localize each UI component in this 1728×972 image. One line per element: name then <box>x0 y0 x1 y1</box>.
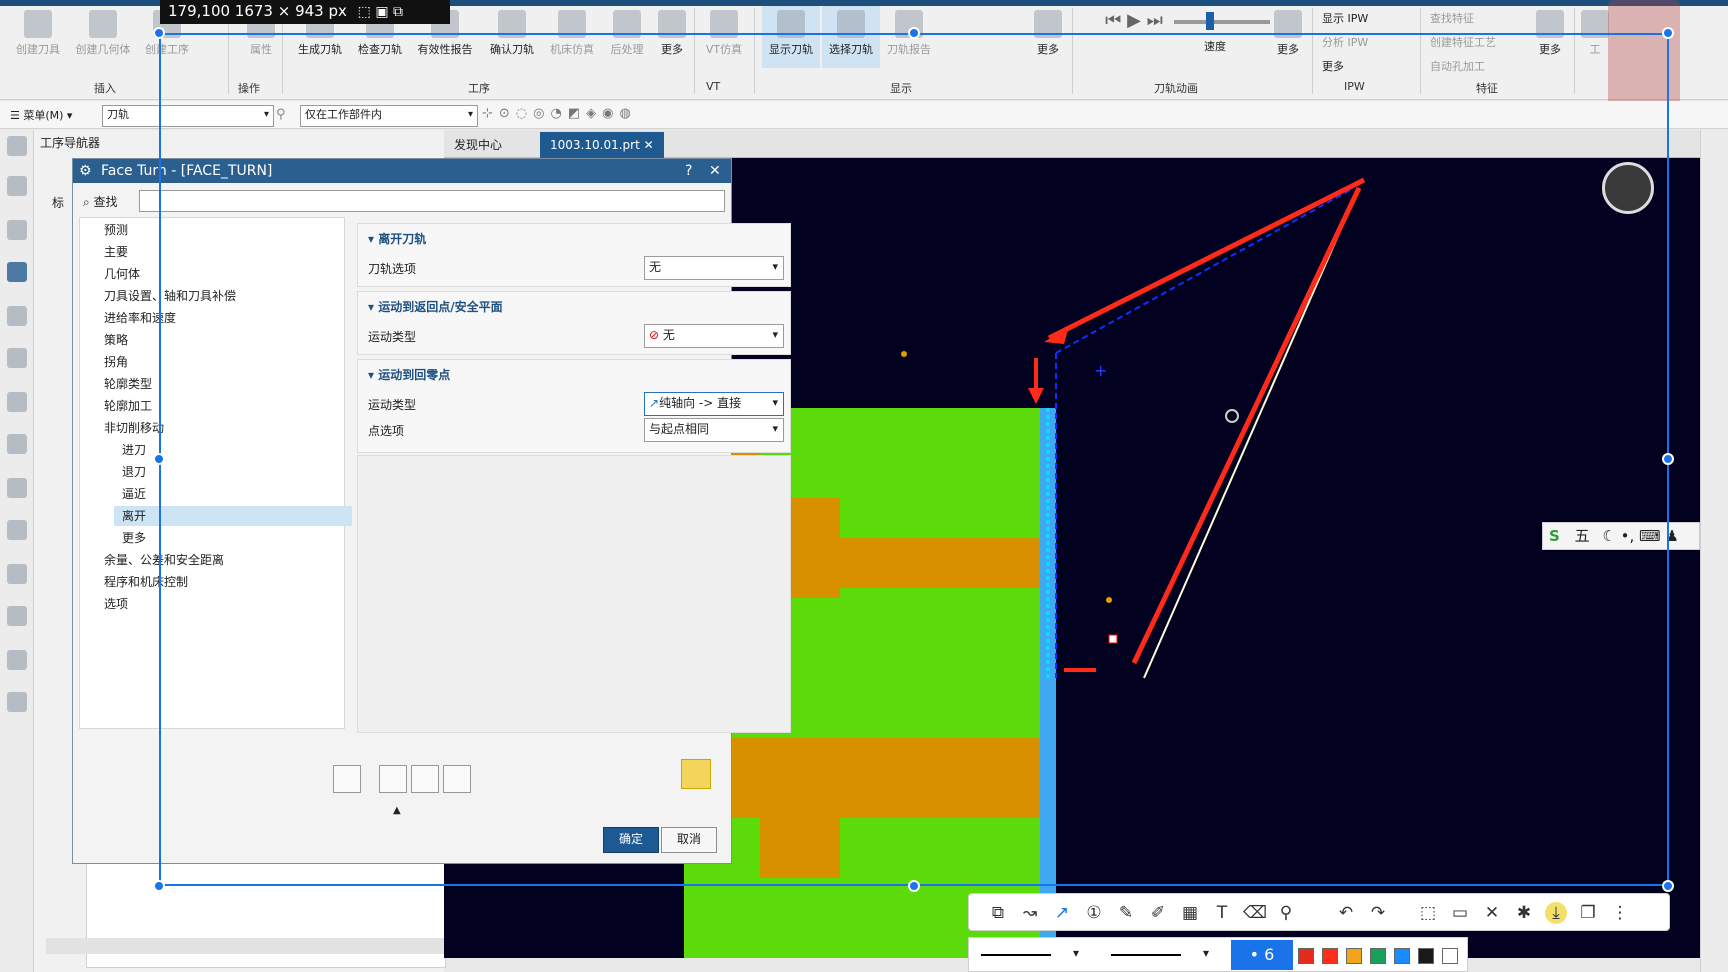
polyline-icon[interactable]: ↝ <box>1019 902 1041 924</box>
number-icon[interactable]: ① <box>1083 902 1105 924</box>
capture-coord-readout: 179,100 1673 × 943 px ⬚ ▣ ⧉ <box>160 0 450 24</box>
playback-icon: ⏮ ▶ ⏭ <box>1105 10 1163 31</box>
close-icon[interactable]: ✕ <box>1481 902 1503 924</box>
library-icon[interactable] <box>7 348 27 368</box>
resource-bar <box>0 130 34 972</box>
find-label: ⌕ 查找 <box>83 195 118 209</box>
color-swatch[interactable] <box>1322 948 1338 964</box>
color-swatch[interactable] <box>1418 948 1434 964</box>
right-toolbar <box>1700 130 1728 972</box>
clock-icon[interactable] <box>7 564 27 584</box>
capture-mode-icon[interactable]: ⬚ ▣ ⧉ <box>358 4 403 20</box>
save-icon[interactable]: ⤓ <box>1545 902 1567 924</box>
create-geometry-button[interactable]: 创建几何体 <box>70 6 136 68</box>
mosaic-icon[interactable]: ▦ <box>1179 902 1201 924</box>
chevron-down-icon[interactable]: ▾ <box>1073 946 1079 960</box>
speed-slider-thumb[interactable] <box>1206 12 1214 30</box>
record-icon[interactable]: ▭ <box>1449 902 1471 924</box>
tree-item[interactable]: 进刀 <box>122 440 146 460</box>
find-feature-button[interactable]: 查找特征 <box>1430 10 1474 26</box>
tree-item[interactable]: 几何体 <box>104 264 140 284</box>
resize-handle[interactable] <box>1662 880 1674 892</box>
capture-selection-rect[interactable] <box>159 33 1669 886</box>
tree-item[interactable]: 拐角 <box>104 352 128 372</box>
tree-item[interactable]: 选项 <box>104 594 128 614</box>
operation-navigator-icon[interactable] <box>7 262 27 282</box>
tree-item[interactable]: 轮廓加工 <box>104 396 152 416</box>
history-icon[interactable] <box>7 478 27 498</box>
resize-handle[interactable] <box>908 27 920 39</box>
tree-item[interactable]: 策略 <box>104 330 128 350</box>
arrow-icon[interactable]: ↗ <box>1051 902 1073 924</box>
view-icon[interactable] <box>7 606 27 626</box>
settings-icon[interactable] <box>7 136 27 156</box>
assembly-icon[interactable] <box>7 176 27 196</box>
color-swatch[interactable] <box>1346 948 1362 964</box>
annotation-toolbar: ⧉ ↝ ↗ ① ✎ ✐ ▦ T ⌫ ⚲ ↶ ↷ ⬚ ▭ ✕ ✱ ⤓ ❐ ⋮ <box>968 893 1670 931</box>
group-label: 插入 <box>94 82 116 95</box>
tree-item[interactable]: 主要 <box>104 242 128 262</box>
color-swatches <box>1298 937 1468 972</box>
pin-to-screen-icon[interactable]: ✱ <box>1513 902 1535 924</box>
redo-icon[interactable]: ↷ <box>1367 902 1389 924</box>
line-width-select[interactable]: • 6 <box>1231 940 1293 970</box>
speed-slider[interactable] <box>1174 20 1270 24</box>
gear-icon: ⚙ <box>79 163 92 179</box>
arrow-style-select[interactable] <box>981 954 1051 956</box>
tree-item[interactable]: 逼近 <box>122 484 146 504</box>
create-tool-icon <box>24 10 52 38</box>
undo-icon[interactable]: ↶ <box>1335 902 1357 924</box>
copy-icon[interactable]: ❐ <box>1577 902 1599 924</box>
palette-icon[interactable] <box>7 650 27 670</box>
navigator-tab[interactable]: 标 <box>52 194 64 211</box>
process-icon[interactable] <box>7 392 27 412</box>
color-swatch[interactable] <box>1442 948 1458 964</box>
pin-icon[interactable]: ⚲ <box>1275 902 1297 924</box>
show-ipw-button[interactable]: 显示 IPW <box>1322 10 1368 26</box>
machine-icon[interactable] <box>7 306 27 326</box>
marker-icon[interactable]: ✐ <box>1147 902 1169 924</box>
menu-button[interactable]: ☰ 菜单(M) ▾ <box>10 107 72 123</box>
chevron-down-icon[interactable]: ▾ <box>1203 946 1209 960</box>
resize-handle[interactable] <box>1662 27 1674 39</box>
web-icon[interactable] <box>7 520 27 540</box>
tree-item[interactable]: 非切削移动 <box>104 418 164 438</box>
eraser-icon[interactable]: ⌫ <box>1243 902 1267 924</box>
color-swatch[interactable] <box>1394 948 1410 964</box>
horizontal-scrollbar[interactable] <box>46 938 446 954</box>
text-icon[interactable]: T <box>1211 902 1233 924</box>
pen-icon[interactable]: ✎ <box>1115 902 1137 924</box>
crop-icon[interactable]: ⬚ <box>1417 902 1439 924</box>
find-icon: ⌕ <box>83 195 94 209</box>
resize-handle[interactable] <box>153 453 165 465</box>
tree-item[interactable]: 预测 <box>104 220 128 240</box>
roles-icon[interactable] <box>7 434 27 454</box>
create-tool-button[interactable]: 创建刀具 <box>8 6 68 68</box>
tree-item[interactable]: 轮廓类型 <box>104 374 152 394</box>
tree-item[interactable]: 退刀 <box>122 462 146 482</box>
color-swatch[interactable] <box>1370 948 1386 964</box>
part-icon[interactable] <box>7 220 27 240</box>
shape-icon[interactable]: ⧉ <box>987 902 1009 924</box>
resize-handle[interactable] <box>1662 453 1674 465</box>
navigator-title: 工序导航器 <box>40 136 101 150</box>
resize-handle[interactable] <box>908 880 920 892</box>
resize-handle[interactable] <box>153 27 165 39</box>
create-geometry-icon <box>89 10 117 38</box>
chart-icon[interactable] <box>7 692 27 712</box>
tree-item[interactable]: 更多 <box>122 528 146 548</box>
color-swatch[interactable] <box>1298 948 1314 964</box>
line-style-select[interactable] <box>1111 954 1181 956</box>
more-icon[interactable]: ⋮ <box>1609 902 1631 924</box>
resize-handle[interactable] <box>153 880 165 892</box>
